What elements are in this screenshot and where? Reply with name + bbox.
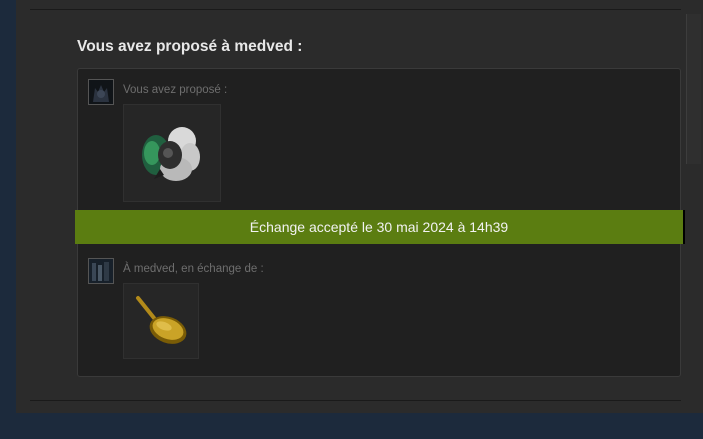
trade-title: Vous avez proposé à medved : — [77, 38, 303, 55]
they-gave-label: À medved, en échange de : — [123, 263, 264, 275]
scrollbar-thumb[interactable] — [686, 14, 701, 164]
received-item-slot[interactable] — [123, 283, 199, 359]
divider-bottom — [30, 400, 681, 401]
offered-item-slot[interactable] — [123, 104, 221, 202]
you-offered-label: Vous avez proposé : — [123, 84, 228, 96]
your-avatar[interactable] — [88, 79, 114, 105]
frying-pan-item-icon — [124, 284, 198, 358]
banner-shadow-edge — [683, 210, 685, 244]
trade-status-banner: Échange accepté le 30 mai 2024 à 14h39 — [75, 210, 683, 244]
smoke-cosmetic-item-icon — [124, 105, 220, 201]
divider-top — [30, 9, 681, 10]
partner-avatar[interactable] — [88, 258, 114, 284]
